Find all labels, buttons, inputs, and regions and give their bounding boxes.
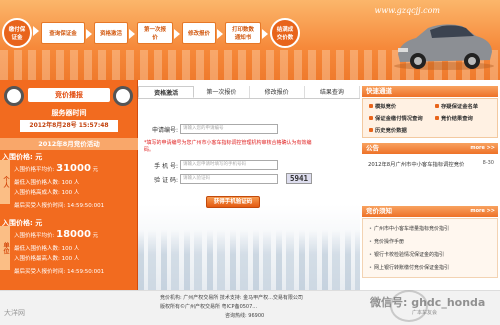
server-time-value: 2012年8月28号 15:57:48	[20, 120, 118, 132]
notes-title: 竞价须知	[366, 207, 392, 215]
tab-modify-bid[interactable]: 修改报价	[250, 86, 305, 98]
captcha-input[interactable]: 请输入验证码	[180, 174, 278, 184]
quick-link-result-query[interactable]: 竞价结果查询	[435, 114, 473, 122]
quick-link-deposit-query[interactable]: 保证金缴付情况查询	[369, 114, 423, 122]
step-activate[interactable]: 资格激活	[94, 22, 135, 44]
server-time-title: 服务器时间	[51, 109, 87, 117]
company-highest: 入围价格最高人数: 100 人	[14, 256, 80, 262]
company-block: 单位 入围价格: 元 入围价格平均价: 18000 元 最低入围价格人数: 10…	[0, 218, 138, 282]
apply-notice: *填写的申请编号为您广州市小客车指标调控管理机构审核合格确认为有效编码。	[144, 140, 312, 153]
notes-more-link[interactable]: more >>	[470, 206, 495, 217]
right-sidebar: 快速通道 模拟竞价 存疑保证金名单 保证金缴付情况查询 竞价结果查询 历史竞价数…	[360, 80, 500, 290]
company-avg-unit: 元	[92, 233, 99, 239]
captcha-image[interactable]: 5941	[286, 173, 312, 184]
apply-number-input[interactable]: 请输入您的申请编号	[180, 124, 278, 134]
company-avg-label: 入围价格平均价:	[14, 233, 55, 239]
personal-header: 入围价格: 元	[2, 153, 43, 161]
quick-link-simulate[interactable]: 模拟竞价	[369, 102, 396, 110]
announcement-more-link[interactable]: more >>	[470, 143, 495, 154]
personal-avg-label: 入围价格平均价:	[14, 167, 55, 173]
personal-block: 个人 入围价格: 元 入围价格平均价: 31000 元 最低入围价格人数: 10…	[0, 152, 138, 216]
wheel-icon	[4, 86, 24, 106]
announcement-date: 8-30	[482, 160, 494, 166]
quick-link-history[interactable]: 历史竞价数据	[369, 126, 407, 134]
step-final-price[interactable]: 结满成交价数	[270, 18, 300, 48]
bidding-broadcast-panel: 竞价播报 服务器时间 2012年8月28号 15:57:48 2012年8月竞价…	[0, 80, 138, 290]
note-item[interactable]: 网上银行转账缴付竞价保证金指引	[369, 264, 449, 271]
tab-activate[interactable]: 资格激活	[138, 86, 195, 98]
quick-links-box: 模拟竞价 存疑保证金名单 保证金缴付情况查询 竞价结果查询 历史竞价数据	[362, 98, 498, 138]
company-tag: 单位	[0, 226, 10, 270]
watermark-right: 微信号: ghdc_honda	[370, 296, 486, 309]
phone-label: 手 机 号:	[154, 163, 178, 170]
footer-line-1: 竞价机构: 广州产权交易所 技术支持: 金马甲产权...交易有限公司	[160, 295, 303, 301]
notes-header: 竞价须知 more >>	[362, 206, 498, 217]
action-tabs: 资格激活 第一次报价 修改报价 结果查询	[138, 86, 360, 99]
wheel-icon	[113, 86, 133, 106]
step-modify-bid[interactable]: 修改报价	[182, 22, 223, 44]
month-activity-title: 2012年8月竞价活动	[0, 138, 138, 150]
announcement-item[interactable]: 2012年8月广州市中小客车指标调控竞价	[368, 160, 464, 168]
step-pay-deposit[interactable]: 缴付保证金	[2, 18, 39, 48]
company-last-time: 最后买受人报价时间: 14:59:50:001	[14, 269, 105, 275]
broadcast-ribbon: 竞价播报	[28, 88, 110, 102]
quick-channel-title: 快速通道	[366, 87, 392, 95]
get-sms-code-button[interactable]: 获得手机验证码	[206, 196, 260, 208]
personal-last-time: 最后买受人报价时间: 14:59:50:001	[14, 203, 105, 209]
watermark-left: 大洋网	[4, 309, 25, 317]
personal-lowest: 最低入围价格人数: 100 人	[14, 180, 80, 186]
announcement-header: 公告 more >>	[362, 143, 498, 154]
city-skyline-background	[138, 230, 360, 290]
activation-form: 申请编号: 请输入您的申请编号 *填写的申请编号为您广州市小客车指标调控管理机构…	[138, 100, 360, 290]
personal-avg: 入围价格平均价: 31000 元	[14, 163, 98, 174]
personal-highest: 入围价格高成人数: 100 人	[14, 190, 80, 196]
quick-channel-header: 快速通道	[362, 86, 498, 97]
apply-number-label: 申请编号:	[151, 127, 178, 134]
captcha-label: 验 证 码:	[154, 177, 178, 184]
watermark-right-sub: 广本车友会	[412, 310, 438, 316]
quick-link-doubtful-list[interactable]: 存疑保证金名单	[435, 102, 478, 110]
personal-avg-unit: 元	[92, 167, 99, 173]
tab-result-query[interactable]: 结果查询	[305, 86, 360, 98]
footer-line-2: 版权所有©广州产权交易所 粤ICP备0507...	[160, 304, 258, 310]
note-item[interactable]: 竞价操作手册	[369, 238, 404, 245]
notes-list: 广州市中小客车增量指标竞价指引 竞价操作手册 银行卡校检验情况保证金的指引 网上…	[362, 218, 498, 278]
phone-input[interactable]: 请输入您申请时填写的手机号码	[180, 160, 278, 170]
footer-line-3: 咨询热线: 96900	[225, 313, 265, 319]
company-avg-value: 18000	[56, 229, 91, 240]
process-steps: 缴付保证金 查询保证金 资格激活 第一次报价 修改报价 打印数数通知书 结满成交…	[2, 18, 309, 48]
note-item[interactable]: 银行卡校检验情况保证金的指引	[369, 251, 444, 258]
header-banner: www.gzqcjj.com 缴付保证金 查询保证金 资格激活 第一次报价 修改…	[0, 0, 500, 80]
personal-tag: 个人	[0, 160, 10, 204]
step-first-bid[interactable]: 第一次报价	[137, 22, 180, 44]
company-avg: 入围价格平均价: 18000 元	[14, 229, 98, 240]
personal-avg-value: 31000	[56, 163, 91, 174]
step-query-deposit[interactable]: 查询保证金	[41, 22, 92, 44]
company-lowest: 最低入围价格人数: 100 人	[14, 246, 80, 252]
step-print-notice[interactable]: 打印数数通知书	[225, 22, 268, 44]
tab-first-bid[interactable]: 第一次报价	[194, 86, 250, 98]
company-header: 入围价格: 元	[2, 219, 43, 227]
announcement-title: 公告	[366, 144, 379, 152]
car-image	[394, 24, 494, 70]
note-item[interactable]: 广州市中小客车增量指标竞价指引	[369, 225, 449, 232]
